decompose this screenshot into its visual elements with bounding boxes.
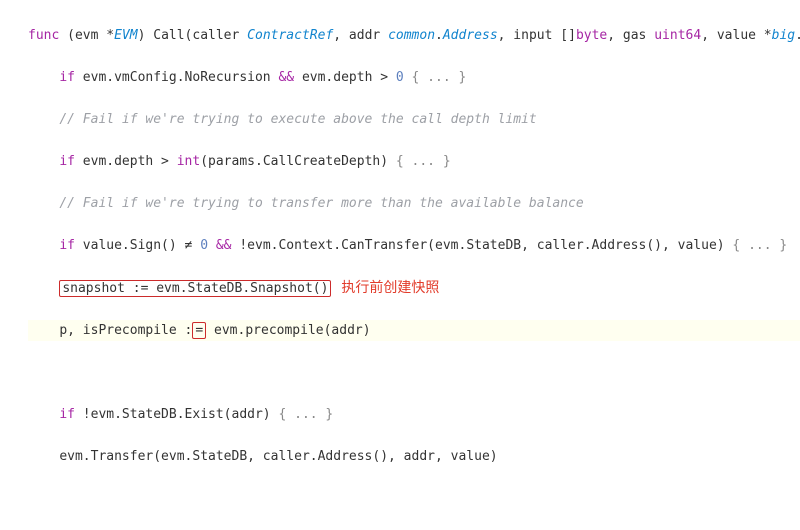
line-snapshot: snapshot := evm.StateDB.Snapshot() 执行前创建快… bbox=[28, 277, 800, 299]
blank-1 bbox=[28, 362, 800, 383]
boxed-snapshot-create: snapshot := evm.StateDB.Snapshot() bbox=[59, 280, 331, 297]
line-5: // Fail if we're trying to transfer more… bbox=[28, 193, 800, 214]
caret-box: = bbox=[192, 322, 206, 339]
line-4: if evm.depth > int(params.CallCreateDept… bbox=[28, 151, 800, 172]
code-block: func (evm *EVM) Call(caller ContractRef,… bbox=[0, 0, 800, 530]
blank-2 bbox=[28, 488, 800, 509]
line-func-sig: func (evm *EVM) Call(caller ContractRef,… bbox=[28, 25, 800, 46]
annotation-create: 执行前创建快照 bbox=[341, 279, 439, 295]
line-transfer: evm.Transfer(evm.StateDB, caller.Address… bbox=[28, 446, 800, 467]
line-precompile: p, isPrecompile := evm.precompile(addr) bbox=[28, 320, 800, 341]
line-2: if evm.vmConfig.NoRecursion && evm.depth… bbox=[28, 67, 800, 88]
line-exist: if !evm.StateDB.Exist(addr) { ... } bbox=[28, 404, 800, 425]
line-3: // Fail if we're trying to execute above… bbox=[28, 109, 800, 130]
line-6: if value.Sign() ≠ 0 && !evm.Context.CanT… bbox=[28, 235, 800, 256]
